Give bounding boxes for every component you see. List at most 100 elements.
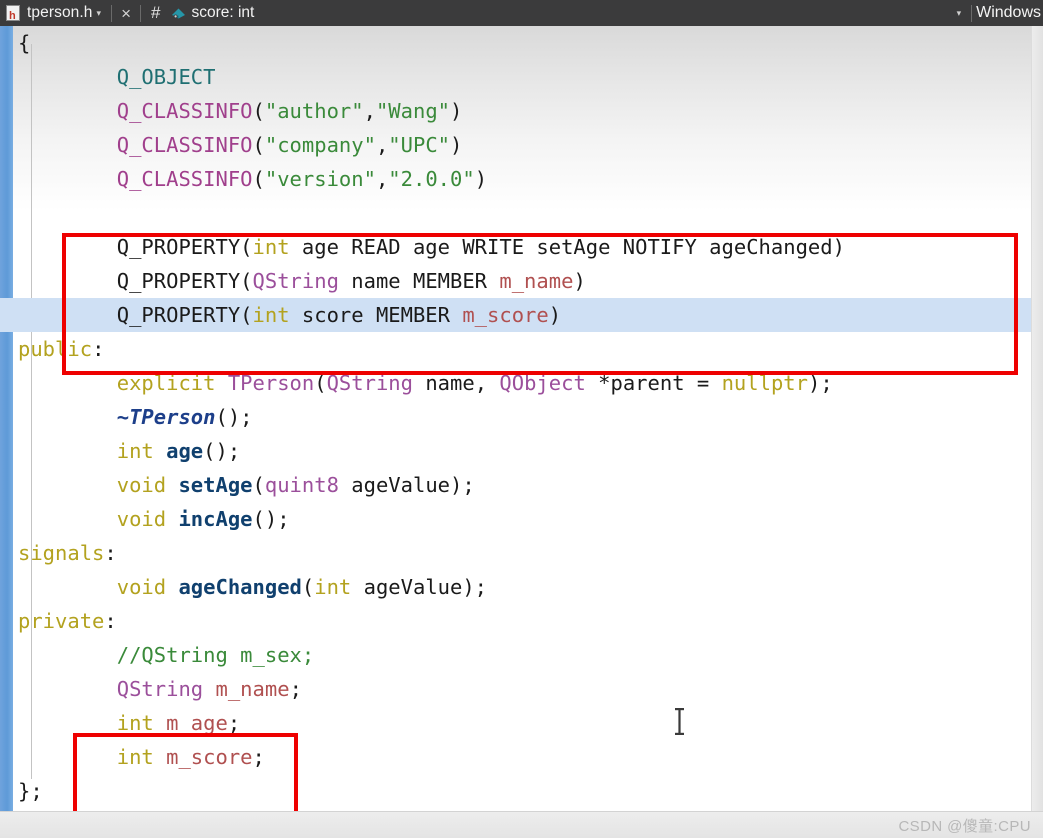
code-token: int [314, 575, 352, 599]
vertical-scrollbar[interactable] [1031, 26, 1043, 811]
code-token: setAge [178, 473, 253, 497]
tab-file-name[interactable]: tperson.h [27, 4, 93, 22]
code-line-current[interactable]: Q_PROPERTY(int score MEMBER m_score) [0, 298, 1043, 332]
code-token: public [18, 337, 93, 361]
code-token: TPerson [227, 371, 315, 395]
code-token: ) [573, 269, 586, 293]
code-line[interactable]: int m_age; [0, 706, 1043, 740]
code-token: : [104, 541, 117, 565]
code-token: void [116, 473, 167, 497]
code-token: ( [240, 269, 253, 293]
code-token: age READ age WRITE setAge NOTIFY ageChan… [289, 235, 833, 259]
code-line[interactable]: Q_CLASSINFO("company","UPC") [0, 128, 1043, 162]
code-line[interactable]: private: [0, 604, 1043, 638]
header-file-icon [6, 5, 20, 23]
tab-separator-2 [140, 4, 141, 22]
platform-selector-label[interactable]: Windows [976, 4, 1043, 22]
code-line[interactable]: Q_OBJECT [0, 60, 1043, 94]
code-token: QString [252, 269, 339, 293]
code-token: ) [548, 303, 562, 327]
code-token: : [104, 609, 117, 633]
code-token: int [252, 303, 290, 327]
code-token: ); [807, 371, 833, 395]
code-editor[interactable]: { Q_OBJECT Q_CLASSINFO("author","Wang") … [0, 26, 1043, 811]
code-line-text: public: [18, 337, 104, 361]
code-token: ( [252, 133, 265, 157]
right-dropdown-caret-icon[interactable]: ▾ [957, 8, 962, 18]
code-token: ) [450, 99, 463, 123]
code-line-text: private: [18, 609, 117, 633]
editor-bottom-bar [0, 811, 1043, 838]
code-line[interactable]: Q_CLASSINFO("version","2.0.0") [0, 162, 1043, 196]
tab-separator-3 [971, 4, 973, 22]
code-token: m_name [499, 269, 574, 293]
code-line[interactable]: void ageChanged(int ageValue); [0, 570, 1043, 604]
code-token: (); [252, 507, 290, 531]
code-line-text: void setAge(quint8 ageValue); [18, 473, 475, 497]
code-token: m_score [166, 745, 253, 769]
code-line-text: int m_age; [18, 711, 240, 735]
code-line[interactable]: void incAge(); [0, 502, 1043, 536]
code-token: void [116, 507, 167, 531]
code-token: QString [116, 677, 204, 701]
code-line[interactable]: }; [0, 774, 1043, 808]
code-line[interactable]: ~TPerson(); [0, 400, 1043, 434]
code-line[interactable]: explicit TPerson(QString name, QObject *… [0, 366, 1043, 400]
code-line-text: ~TPerson(); [18, 405, 253, 429]
code-token: , [375, 167, 389, 191]
code-line[interactable]: public: [0, 332, 1043, 366]
code-token: ) [474, 167, 488, 191]
symbol-scope-label[interactable]: score: int [191, 4, 254, 22]
code-token: int [116, 439, 154, 463]
code-line[interactable]: Q_CLASSINFO("author","Wang") [0, 94, 1043, 128]
close-icon[interactable]: × [116, 5, 136, 22]
code-token: (); [203, 439, 241, 463]
code-line[interactable]: void setAge(quint8 ageValue); [0, 468, 1043, 502]
code-token: //QString m_sex; [116, 643, 315, 667]
code-line[interactable] [0, 196, 1043, 230]
editor-tab-bar: tperson.h ▾ × # score: int ▾ Windows [0, 0, 1043, 26]
code-line[interactable]: Q_PROPERTY(QString name MEMBER m_name) [0, 264, 1043, 298]
code-line-text: QString m_name; [18, 677, 302, 701]
tab-dropdown-caret-icon[interactable]: ▾ [97, 8, 102, 18]
code-token: name MEMBER [338, 269, 500, 293]
code-token: "2.0.0" [388, 167, 475, 191]
code-line-text: Q_CLASSINFO("author","Wang") [18, 99, 463, 123]
code-line[interactable]: int m_score; [0, 740, 1043, 774]
code-line-text: //QString m_sex; [18, 643, 314, 667]
hash-icon[interactable]: # [145, 3, 166, 23]
code-token: "author" [264, 99, 364, 123]
code-line[interactable]: Q_PROPERTY(int age READ age WRITE setAge… [0, 230, 1043, 264]
code-line[interactable]: QString m_name; [0, 672, 1043, 706]
code-line[interactable]: int age(); [0, 434, 1043, 468]
code-line[interactable]: //QString m_sex; [0, 638, 1043, 672]
code-token: m_age [166, 711, 228, 735]
code-token: nullptr [721, 371, 808, 395]
code-token: incAge [178, 507, 253, 531]
code-token: ( [252, 167, 265, 191]
code-token: private [18, 609, 105, 633]
code-line-text: explicit TPerson(QString name, QObject *… [18, 371, 833, 395]
code-line[interactable]: signals: [0, 536, 1043, 570]
member-variable-icon [171, 7, 186, 20]
code-text-area[interactable]: { Q_OBJECT Q_CLASSINFO("author","Wang") … [0, 26, 1043, 808]
code-token: m_score [462, 303, 549, 327]
code-token: explicit [116, 371, 216, 395]
code-token: ) [450, 133, 463, 157]
code-token: m_name [215, 677, 290, 701]
code-line[interactable]: { [0, 26, 1043, 60]
